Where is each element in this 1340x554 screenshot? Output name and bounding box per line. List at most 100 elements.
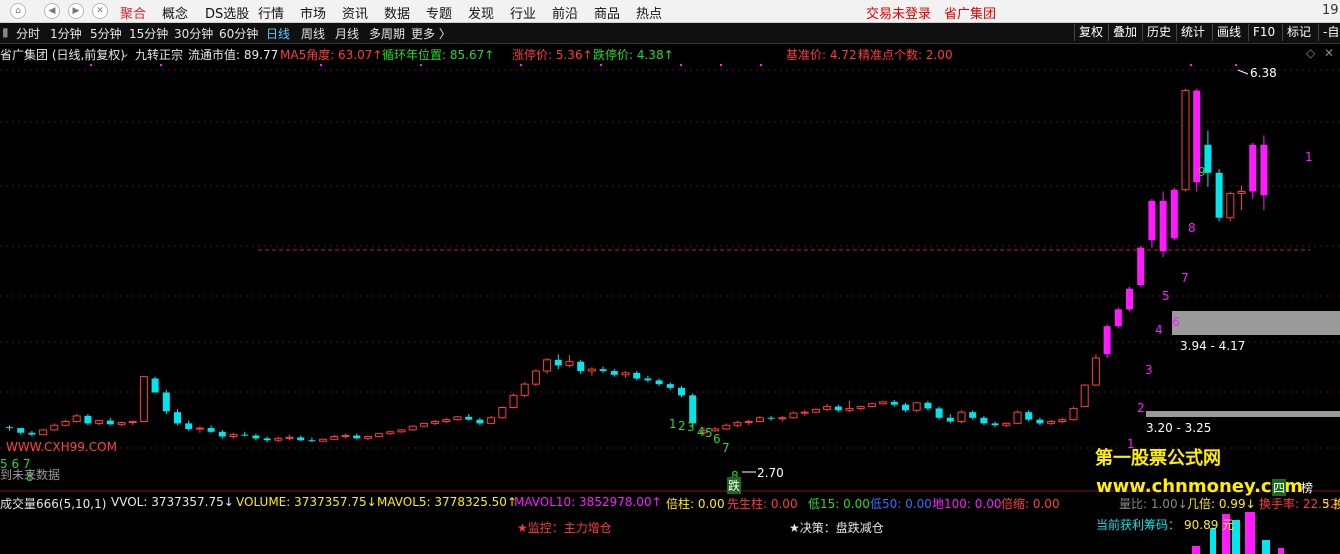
candle-body-42 bbox=[476, 419, 484, 424]
candle-body-53 bbox=[599, 369, 607, 372]
candlestick-chart[interactable]: 1 2 3 4 5 678123456789 bbox=[0, 0, 1340, 554]
candle-body-41 bbox=[465, 416, 473, 420]
candle-body-105 bbox=[1181, 90, 1190, 191]
candle-body-29 bbox=[330, 435, 339, 440]
candle-body-75 bbox=[845, 407, 854, 411]
candle-body-49 bbox=[554, 359, 562, 366]
candle-body-3 bbox=[39, 429, 48, 436]
low-price-label: 2.70 bbox=[757, 466, 784, 480]
candle-body-78 bbox=[879, 401, 888, 405]
candle-body-23 bbox=[263, 438, 271, 441]
di15-value: 低15: 0.00 bbox=[808, 497, 870, 511]
candle-body-71 bbox=[800, 411, 809, 414]
high-arrow-line bbox=[1237, 69, 1249, 75]
mavol10-value: MAVOL10: 3852978.00↑ bbox=[514, 495, 662, 509]
candle-body-93 bbox=[1047, 421, 1056, 424]
candle-body-84 bbox=[946, 417, 954, 422]
candle-body-28 bbox=[319, 438, 328, 442]
candle-body-57 bbox=[644, 378, 652, 381]
candle-body-60 bbox=[678, 387, 685, 396]
down-count-5: 5 bbox=[705, 426, 713, 440]
candle-body-48 bbox=[543, 359, 552, 372]
candle-body-104 bbox=[1170, 189, 1178, 239]
candle-body-68 bbox=[767, 417, 775, 419]
signal-dot-10 bbox=[1235, 64, 1237, 66]
signal-dot-6 bbox=[680, 64, 682, 66]
candle-body-94 bbox=[1058, 419, 1067, 423]
down-count-2: 2 bbox=[678, 419, 686, 433]
signal-dot-1 bbox=[160, 64, 162, 66]
candle-body-65 bbox=[733, 421, 742, 426]
candle-body-10 bbox=[117, 421, 126, 425]
candle-body-11 bbox=[128, 421, 137, 424]
candle-body-85 bbox=[957, 411, 966, 423]
candle-body-70 bbox=[789, 412, 798, 419]
candle-body-52 bbox=[587, 368, 596, 372]
up-count-9: 9 bbox=[1198, 165, 1206, 179]
candle-body-95 bbox=[1069, 407, 1078, 421]
candle-body-112 bbox=[1260, 144, 1268, 196]
resistance-zone-bottom bbox=[1146, 411, 1340, 417]
candle-body-20 bbox=[229, 434, 238, 437]
candle-body-44 bbox=[498, 406, 507, 419]
candle-body-91 bbox=[1025, 412, 1033, 420]
candle-body-56 bbox=[633, 372, 641, 379]
volume-indicator-title[interactable]: 成交量666(5,10,1) bbox=[0, 495, 106, 512]
up-count-7: 7 bbox=[1181, 271, 1189, 285]
left-future-text: 到未来数据 bbox=[0, 468, 61, 482]
candle-body-83 bbox=[935, 408, 943, 418]
candle-body-14 bbox=[162, 392, 170, 412]
decision-text: ★决策：盘跌减仓 bbox=[789, 521, 884, 535]
beizhu-value: 倍柱: 0.00 bbox=[666, 497, 725, 511]
candle-body-35 bbox=[397, 429, 406, 433]
candle-body-89 bbox=[1002, 422, 1011, 426]
candle-body-39 bbox=[442, 419, 451, 423]
volume-tail-text: 5 换 bbox=[1322, 497, 1340, 511]
up-count-8: 8 bbox=[1188, 221, 1196, 235]
high-price-label: 6.38 bbox=[1250, 66, 1277, 80]
candle-body-45 bbox=[509, 394, 518, 408]
candle-body-63 bbox=[711, 428, 720, 432]
candle-body-38 bbox=[431, 421, 440, 424]
candle-body-86 bbox=[969, 412, 977, 418]
signal-dot-9 bbox=[1190, 64, 1192, 66]
candle-body-54 bbox=[610, 371, 618, 375]
candle-body-13 bbox=[151, 378, 159, 393]
candle-body-96 bbox=[1080, 384, 1089, 408]
candle-body-24 bbox=[274, 437, 283, 441]
candle-body-55 bbox=[621, 372, 630, 376]
candle-body-37 bbox=[419, 422, 428, 427]
candle-body-72 bbox=[811, 408, 820, 413]
up-count-2: 2 bbox=[1137, 401, 1145, 415]
signal-dot-3 bbox=[420, 64, 422, 66]
brand-watermark: 第一股票公式网 bbox=[1095, 448, 1221, 469]
candle-body-7 bbox=[84, 415, 92, 424]
left-watermark: WWW.CXH99.COM bbox=[6, 440, 117, 454]
candle-body-79 bbox=[890, 401, 898, 405]
up-count-4: 4 bbox=[1155, 323, 1163, 337]
beisuo-value: 倍缩: 0.00 bbox=[1001, 497, 1060, 511]
signal-dot-2 bbox=[320, 64, 322, 66]
volume-bar-5 bbox=[1262, 540, 1270, 554]
candle-body-34 bbox=[386, 431, 395, 435]
candle-body-97 bbox=[1091, 357, 1100, 386]
candle-body-9 bbox=[106, 420, 114, 425]
liangbi-value: 量比: 1.00↓ bbox=[1119, 497, 1188, 511]
candle-body-32 bbox=[363, 435, 372, 439]
volume-bar-6 bbox=[1278, 548, 1284, 554]
down-badge: 跌 bbox=[727, 477, 742, 494]
monitor-text: ★监控：主力增仓 bbox=[517, 521, 612, 535]
candle-body-76 bbox=[856, 406, 865, 409]
candle-body-26 bbox=[297, 437, 305, 441]
candle-body-27 bbox=[308, 440, 316, 442]
mavol5-value: MAVOL5: 3778325.50↑ bbox=[377, 495, 517, 509]
signal-dot-5 bbox=[600, 64, 602, 66]
candle-body-58 bbox=[655, 380, 663, 385]
profit-label: 当前获利筹码： bbox=[1096, 518, 1181, 532]
candle-body-5 bbox=[61, 421, 70, 426]
tag-si: 四 bbox=[1272, 479, 1287, 496]
up-count-6: 6 bbox=[1172, 315, 1180, 329]
candle-body-31 bbox=[353, 435, 361, 439]
candle-body-69 bbox=[778, 417, 787, 420]
signal-dot-4 bbox=[520, 64, 522, 66]
